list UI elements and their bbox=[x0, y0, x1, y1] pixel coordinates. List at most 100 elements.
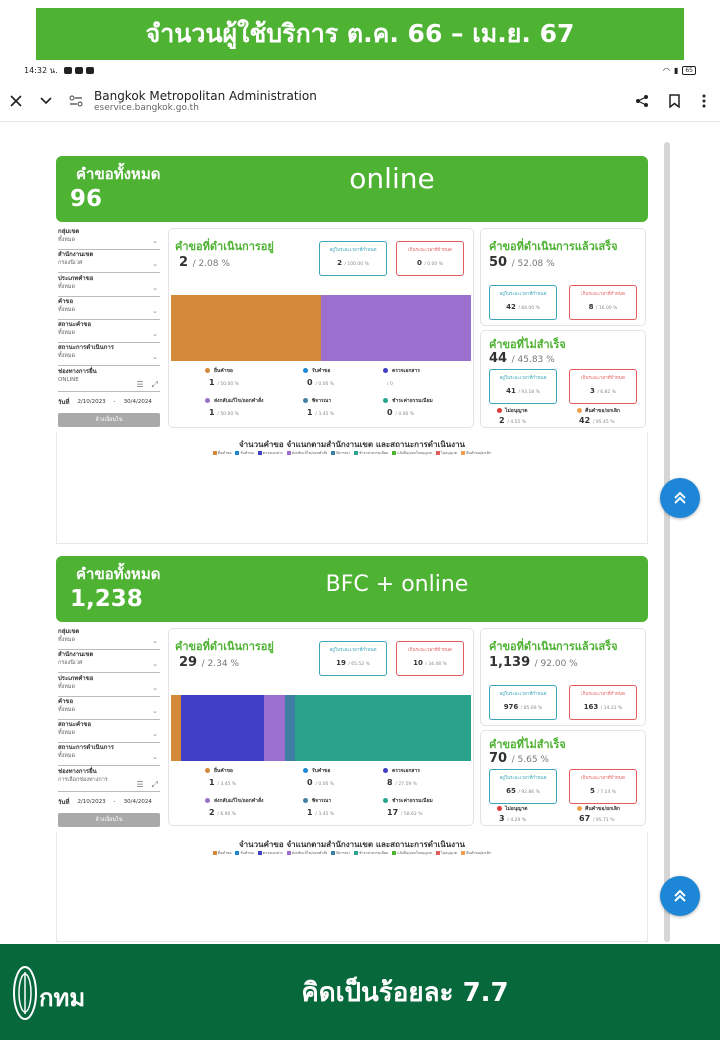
in-progress-card: คำขอที่ดำเนินการอยู่ 2 / 2.08 % อยู่ในระ… bbox=[168, 228, 474, 428]
legend-dot bbox=[303, 368, 308, 373]
chart-legend-item: ส่งกลับแก้ไข/ออกคำสั่ง bbox=[286, 450, 327, 456]
chart-legend-item: ไม่อนุญาต bbox=[435, 450, 457, 456]
failed-card: คำขอที่ไม่สำเร็จ 70 / 5.65 % อยู่ในระยะเ… bbox=[480, 730, 646, 826]
filter-date-range[interactable]: วันที่ 2/10/2023-30/4/2024 bbox=[58, 394, 160, 410]
done-title: คำขอที่ดำเนินการแล้วเสร็จ bbox=[489, 240, 618, 253]
filter-request[interactable]: คำขอ ทั้งหมด ⌄ bbox=[58, 298, 160, 320]
in-progress-value: 2 / 2.08 % bbox=[179, 255, 230, 270]
in-progress-title: คำขอที่ดำเนินการอยู่ bbox=[175, 640, 274, 653]
clear-filter-button[interactable]: ล้างเงื่อนไข bbox=[58, 813, 160, 828]
status-time: 14:32 น. bbox=[24, 65, 58, 75]
chart-legend-item: ยื่นคำขอ bbox=[212, 850, 231, 856]
stage-legend-item: ตรวจเอกสาร / 0 bbox=[383, 367, 483, 389]
done-card: คำขอที่ดำเนินการแล้วเสร็จ 1,139 / 92.00 … bbox=[480, 628, 646, 726]
done-title: คำขอที่ดำเนินการแล้วเสร็จ bbox=[489, 640, 618, 653]
filter-group[interactable]: กลุ่มเขต ทั้งหมด ⌄ bbox=[58, 228, 160, 250]
filter-status[interactable]: สถานะคำขอ ทั้งหมด ⌄ bbox=[58, 721, 160, 744]
site-url: eservice.bangkok.go.th bbox=[94, 102, 199, 113]
chevron-down-icon: ⌄ bbox=[152, 730, 158, 739]
page-scrollbar[interactable] bbox=[664, 142, 670, 942]
double-chevron-up-icon bbox=[674, 491, 686, 504]
chart-legend-item: พิจารณา bbox=[331, 850, 350, 856]
filter-group[interactable]: กลุ่มเขต ทั้งหมด ⌄ bbox=[58, 628, 160, 650]
bar-segment bbox=[295, 695, 471, 761]
filter-type[interactable]: ประเภทคำขอ ทั้งหมด ⌄ bbox=[58, 275, 160, 297]
close-icon[interactable] bbox=[6, 91, 26, 111]
district-chart: จำนวนคำขอ จำแนกตามสำนักงานเขต และสถานะกา… bbox=[56, 832, 648, 942]
top-banner: จำนวนผู้ใช้บริการ ต.ค. 66 – เม.ย. 67 bbox=[36, 8, 684, 60]
site-title: Bangkok Metropolitan Administration bbox=[94, 88, 317, 103]
expand-icon: ⤢ bbox=[151, 780, 158, 790]
bar-segment bbox=[171, 295, 321, 361]
filter-request[interactable]: คำขอ ทั้งหมด ⌄ bbox=[58, 698, 160, 720]
status-right: ◠ ▮ 65 bbox=[663, 65, 696, 75]
scroll-top-button[interactable] bbox=[660, 478, 700, 518]
legend-dot bbox=[383, 368, 388, 373]
done-card: คำขอที่ดำเนินการแล้วเสร็จ 50 / 52.08 % อ… bbox=[480, 228, 646, 326]
chevron-down-icon: ⌄ bbox=[152, 353, 158, 362]
stage-legend-item: ตรวจเอกสาร 8 / 27.59 % bbox=[383, 767, 483, 789]
failed-within-box: อยู่ในระยะเวลาที่กำหนด 65 / 92.86 % bbox=[489, 769, 557, 804]
chevron-down-icon[interactable] bbox=[36, 91, 56, 111]
filter-district[interactable]: สำนักงานเขต กรองนิเวศ ⌄ bbox=[58, 251, 160, 274]
chart-legend-item: ชำระค่าธรรมเนียม bbox=[354, 450, 388, 456]
chart-legend-item: ส่งกลับแก้ไข/ออกคำสั่ง bbox=[286, 850, 327, 856]
chart-legend-item: แจ้งยื่น/ออกใบอนุญาต bbox=[392, 850, 432, 856]
dashboard-bfc-online: คำขอทั้งหมด 1,238 BFC + online กลุ่มเขตท… bbox=[56, 556, 648, 942]
filter-progress[interactable]: สถานะการดำเนินการ ทั้งหมด ⌄ bbox=[58, 344, 160, 367]
over-time-box: เกินระยะเวลาที่กำหนด 0 / 0.00 % bbox=[396, 241, 464, 276]
legend-dot bbox=[205, 768, 210, 773]
in-progress-card: คำขอที่ดำเนินการอยู่ 29 / 2.34 % อยู่ในร… bbox=[168, 628, 474, 826]
stage-legend-item: ยื่นคำขอ 1 / 3.45 % bbox=[205, 767, 305, 789]
filter-type[interactable]: ประเภทคำขอ ทั้งหมด ⌄ bbox=[58, 675, 160, 697]
done-value: 50 / 52.08 % bbox=[489, 255, 555, 270]
scroll-top-button[interactable] bbox=[660, 876, 700, 916]
stage-legend-item: ส่งกลับแก้ไข/ออกคำสั่ง 2 / 6.90 % bbox=[205, 797, 305, 819]
filter-district[interactable]: สำนักงานเขต กรองนิเวศ ⌄ bbox=[58, 651, 160, 674]
chart-legend-item: ไม่อนุญาต bbox=[435, 850, 457, 856]
legend-dot bbox=[383, 398, 388, 403]
filter-panel: กลุ่มเขต ทั้งหมด ⌄ สำนักงานเขต กรองนิเวศ ⌄ ป… bbox=[58, 228, 160, 428]
dashboard-online: คำขอทั้งหมด 96 online กลุ่มเขต ทั้งหมด ⌄ ส… bbox=[56, 156, 648, 544]
site-settings-icon[interactable] bbox=[66, 91, 86, 111]
expand-icon: ⤢ bbox=[151, 380, 158, 390]
share-icon[interactable] bbox=[632, 91, 652, 111]
footer-text: คิดเป็นร้อยละ 7.7 bbox=[301, 978, 509, 1008]
footer-banner: กทม คิดเป็นร้อยละ 7.7 bbox=[0, 944, 720, 1040]
clear-filter-button[interactable]: ล้างเงื่อนไข bbox=[58, 413, 160, 428]
filter-channel[interactable]: ช่องทางการยื่น ONLINE ☰ ⤢ bbox=[58, 368, 160, 393]
bookmark-icon[interactable] bbox=[664, 91, 684, 111]
bar-segment bbox=[171, 695, 182, 761]
chart-legend-item: คืนคำขอ/ยกเลิก bbox=[461, 850, 491, 856]
chart-legend: ยื่นคำขอ รับคำขอ ตรวจเอกสาร ส่งกลับแก้ไข/ออ… bbox=[57, 450, 647, 456]
not-approved-stat: ไม่อนุญาต 3 / 4.29 % bbox=[497, 806, 528, 823]
more-options-icon[interactable] bbox=[694, 91, 714, 111]
chart-legend: ยื่นคำขอ รับคำขอ ตรวจเอกสาร ส่งกลับแก้ไข/ออ… bbox=[57, 850, 647, 856]
done-within-box: อยู่ในระยะเวลาที่กำหนด 42 / 84.00 % bbox=[489, 285, 557, 320]
legend-dot bbox=[303, 798, 308, 803]
chevron-down-icon: ⌄ bbox=[152, 330, 158, 339]
filter-channel[interactable]: ช่องทางการยื่น การเลือกช่องทางการ ☰ ⤢ bbox=[58, 768, 160, 793]
filter-date-range[interactable]: วันที่ 2/10/2023-30/4/2024 bbox=[58, 794, 160, 810]
chart-legend-item: รับคำขอ bbox=[235, 450, 254, 456]
banner-title: จำนวนผู้ใช้บริการ ต.ค. 66 – เม.ย. 67 bbox=[145, 19, 575, 48]
bar-segment bbox=[264, 695, 285, 761]
chevron-down-icon: ⌄ bbox=[152, 260, 158, 269]
filter-panel: กลุ่มเขต ทั้งหมด ⌄ สำนักงานเขต กรองนิเวศ ⌄ ป… bbox=[58, 628, 160, 828]
filter-status[interactable]: สถานะคำขอ ทั้งหมด ⌄ bbox=[58, 321, 160, 344]
in-progress-value: 29 / 2.34 % bbox=[179, 655, 239, 670]
double-chevron-up-icon bbox=[674, 889, 686, 902]
bar-segment bbox=[284, 695, 296, 761]
filter-progress[interactable]: สถานะการดำเนินการ ทั้งหมด ⌄ bbox=[58, 744, 160, 767]
notification-icons bbox=[63, 66, 94, 74]
legend-dot bbox=[303, 398, 308, 403]
site-info[interactable]: Bangkok Metropolitan Administration eser… bbox=[94, 89, 317, 113]
chart-legend-item: คืนคำขอ/ยกเลิก bbox=[461, 450, 491, 456]
legend-dot bbox=[383, 768, 388, 773]
chevron-down-icon: ⌄ bbox=[152, 706, 158, 715]
chart-legend-item: แจ้งยื่น/ออกใบอนุญาต bbox=[392, 450, 432, 456]
legend-dot bbox=[205, 368, 210, 373]
section-heading: BFC + online bbox=[325, 572, 469, 597]
chart-legend-item: ตรวจเอกสาร bbox=[257, 850, 283, 856]
stage-legend-item: ชำระค่าธรรมเนียม 0 / 0.00 % bbox=[383, 397, 483, 419]
